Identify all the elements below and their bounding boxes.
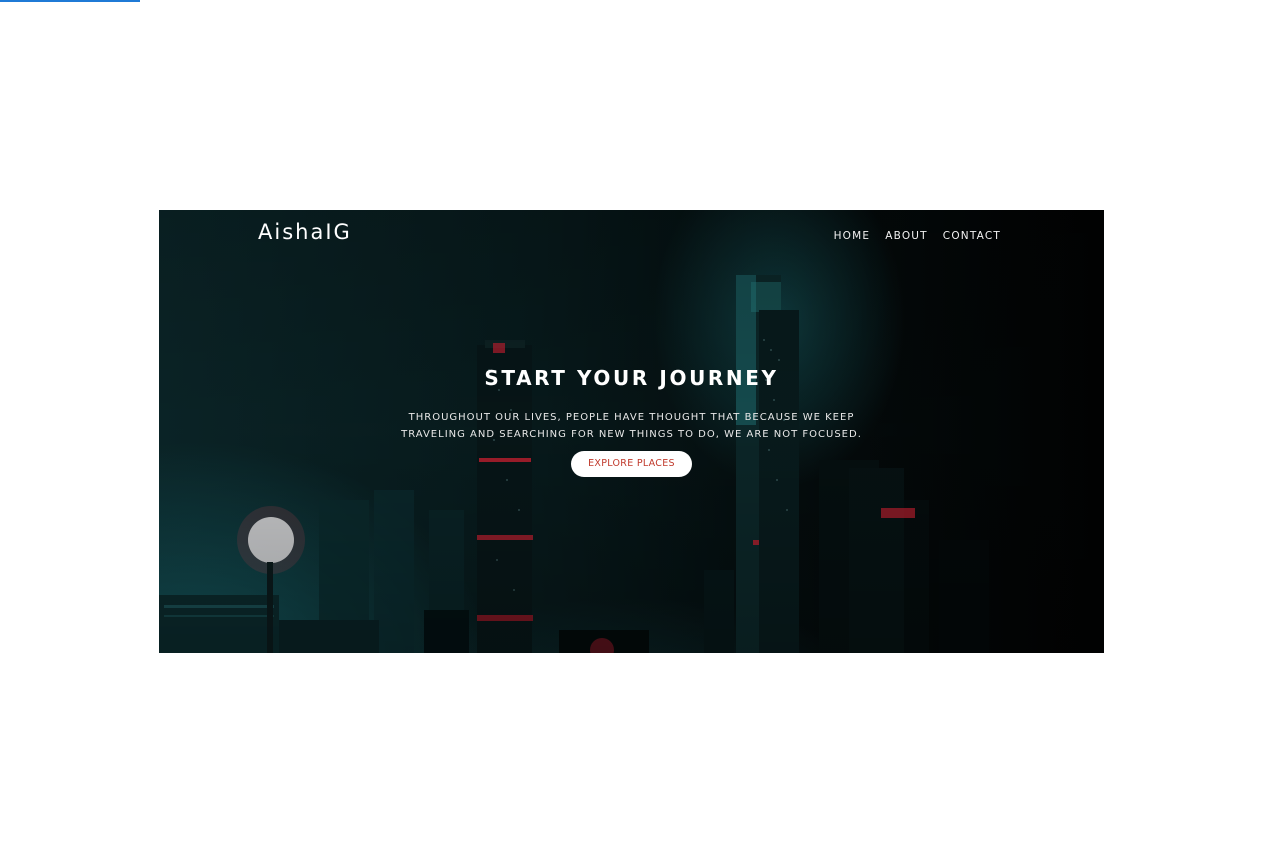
top-accent-line [0,0,140,2]
explore-places-button[interactable]: EXPLORE PLACES [571,451,692,477]
nav-link-about[interactable]: ABOUT [885,230,928,242]
hero-content: START YOUR JOURNEY THROUGHOUT OUR LIVES,… [159,366,1104,477]
hero-title: START YOUR JOURNEY [484,366,779,390]
nav-link-home[interactable]: HOME [834,230,871,242]
nav-links: HOME ABOUT CONTACT [834,230,1001,242]
nav-link-contact[interactable]: CONTACT [943,230,1001,242]
hero-text: THROUGHOUT OUR LIVES, PEOPLE HAVE THOUGH… [401,412,862,440]
brand-logo[interactable]: AishaIG [258,220,352,244]
navbar: AishaIG HOME ABOUT CONTACT [159,210,1104,260]
hero-section: AishaIG HOME ABOUT CONTACT START YOUR JO… [159,210,1104,653]
